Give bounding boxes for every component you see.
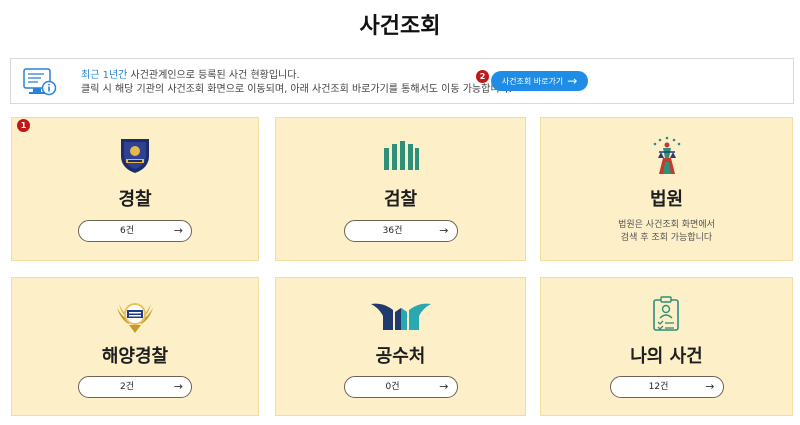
shortcut-label: 사건조회 바로가기 [501, 76, 564, 86]
count-pill-coast-guard[interactable]: 2건 → [78, 376, 192, 398]
info-text: 최근 1년간 사건관계인으로 등록된 사건 현황입니다. 클릭 시 해당 기관의… [81, 69, 512, 97]
card-court-name: 법원 [649, 189, 684, 210]
card-cio[interactable]: 공수처 0건 → [275, 277, 526, 416]
court-desc-line2: 검색 후 조회 가능합니다 [620, 233, 713, 243]
court-emblem-icon [653, 136, 680, 174]
info-highlight: 최근 1년간 [81, 70, 128, 81]
count-police-value: 6건 [119, 226, 134, 236]
my-case-icon [652, 296, 679, 331]
info-line1: 사건관계인으로 등록된 사건 현황입니다. [127, 70, 300, 81]
card-police-name: 경찰 [118, 189, 152, 210]
coast-guard-emblem-icon [117, 303, 153, 333]
card-prosecution[interactable]: 검찰 36건 → [275, 117, 526, 261]
arrow-right-icon: → [439, 380, 449, 393]
shortcut-button[interactable]: 사건조회 바로가기 → [491, 71, 588, 91]
info-box: 최근 1년간 사건관계인으로 등록된 사건 현황입니다. 클릭 시 해당 기관의… [10, 58, 794, 104]
police-emblem-icon [121, 139, 149, 173]
prosecution-emblem-icon [383, 141, 419, 170]
count-cio-value: 0건 [385, 382, 400, 392]
count-pill-cio[interactable]: 0건 → [343, 376, 458, 398]
arrow-right-icon: → [705, 380, 715, 393]
arrow-right-icon: → [173, 380, 183, 393]
info-line2: 클릭 시 해당 기관의 사건조회 화면으로 이동되며, 아래 사건조회 바로가기… [81, 84, 512, 95]
card-coast-guard-name: 해양경찰 [101, 346, 169, 367]
count-coast-guard-value: 2건 [119, 382, 134, 392]
arrow-right-icon: → [567, 74, 578, 88]
card-cio-name: 공수처 [375, 346, 426, 367]
count-pill-police[interactable]: 6건 → [78, 220, 192, 242]
arrow-right-icon: → [173, 224, 183, 237]
count-my-case-value: 12건 [648, 382, 669, 392]
annotation-badge-1: 1 [17, 119, 30, 132]
card-prosecution-name: 검찰 [383, 189, 418, 210]
court-desc-line1: 법원은 사건조회 화면에서 [618, 220, 715, 230]
monitor-info-icon [23, 68, 57, 96]
page-title: 사건조회 [359, 14, 441, 39]
arrow-right-icon: → [439, 224, 449, 237]
annotation-badge-2: 2 [476, 70, 489, 83]
cio-emblem-icon [370, 303, 431, 330]
card-police[interactable]: 경찰 6건 → [11, 117, 259, 261]
count-pill-my-case[interactable]: 12건 → [609, 376, 724, 398]
count-pill-prosecution[interactable]: 36건 → [343, 220, 458, 242]
card-coast-guard[interactable]: 해양경찰 2건 → [11, 277, 259, 416]
card-court[interactable]: 법원 법원은 사건조회 화면에서 검색 후 조회 가능합니다 [540, 117, 793, 261]
card-my-case-name: 나의 사건 [630, 346, 703, 367]
card-my-case[interactable]: 나의 사건 12건 → [540, 277, 793, 416]
count-prosecution-value: 36건 [382, 226, 403, 236]
